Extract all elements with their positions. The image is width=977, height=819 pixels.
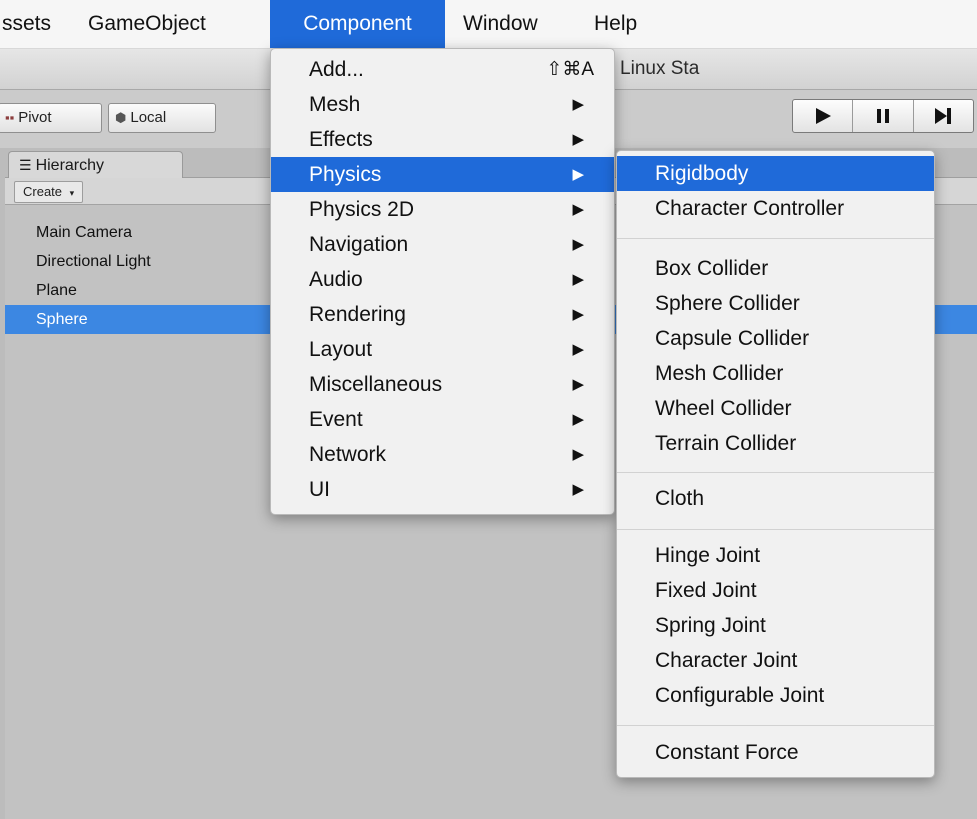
- menu-window[interactable]: Window: [463, 0, 538, 48]
- menu-item-label: Effects: [309, 128, 373, 151]
- menu-item-label: Mesh: [309, 93, 361, 116]
- pause-icon[interactable]: [853, 100, 914, 132]
- menu-item-physics-2d[interactable]: Physics 2D ▶: [271, 192, 614, 227]
- menu-item-label: UI: [309, 478, 330, 501]
- chevron-right-icon: ▶: [572, 446, 584, 463]
- menu-item-label: Mesh Collider: [655, 362, 784, 385]
- chevron-right-icon: ▶: [572, 411, 584, 428]
- menu-item-add[interactable]: Add... ⇧⌘A: [271, 52, 614, 87]
- chevron-right-icon: ▶: [572, 201, 584, 218]
- playback-controls: [792, 99, 974, 133]
- menu-item-label: Fixed Joint: [655, 579, 757, 602]
- create-label: Create: [23, 184, 63, 199]
- menu-item-label: Add...: [309, 58, 364, 81]
- menu-item-label: Network: [309, 443, 387, 466]
- chevron-right-icon: ▶: [572, 236, 584, 253]
- menu-item-sphere-collider[interactable]: Sphere Collider: [617, 286, 934, 321]
- menu-item-label: Configurable Joint: [655, 684, 825, 707]
- step-icon[interactable]: [914, 100, 973, 132]
- menu-item-label: Terrain Collider: [655, 432, 797, 455]
- menu-item-label: Cloth: [655, 487, 705, 510]
- menu-component[interactable]: Component: [270, 0, 445, 48]
- menu-item-label: Layout: [309, 338, 373, 361]
- chevron-right-icon: ▶: [572, 166, 584, 183]
- menu-gameobject[interactable]: GameObject: [88, 0, 220, 48]
- menu-item-spring-joint[interactable]: Spring Joint: [617, 608, 934, 643]
- menu-item-label: Hinge Joint: [655, 544, 761, 567]
- window-left-edge: [0, 148, 5, 819]
- menu-separator: [617, 238, 934, 239]
- chevron-right-icon: ▶: [572, 376, 584, 393]
- menu-item-label: Spring Joint: [655, 614, 766, 637]
- chevron-right-icon: ▶: [572, 96, 584, 113]
- menu-item-rendering[interactable]: Rendering ▶: [271, 297, 614, 332]
- menu-item-capsule-collider[interactable]: Capsule Collider: [617, 321, 934, 356]
- menu-item-network[interactable]: Network ▶: [271, 437, 614, 472]
- menu-item-label: Character Joint: [655, 649, 798, 672]
- menu-item-mesh[interactable]: Mesh ▶: [271, 87, 614, 122]
- menu-item-wheel-collider[interactable]: Wheel Collider: [617, 391, 934, 426]
- menu-item-miscellaneous[interactable]: Miscellaneous ▶: [271, 367, 614, 402]
- menu-item-constant-force[interactable]: Constant Force: [617, 735, 934, 770]
- menu-item-terrain-collider[interactable]: Terrain Collider: [617, 426, 934, 461]
- create-dropdown[interactable]: Create ▾: [14, 181, 84, 203]
- shortcut-label: ⇧⌘A: [546, 59, 594, 80]
- local-icon: ⬢: [115, 110, 127, 125]
- menu-item-label: Event: [309, 408, 363, 431]
- menu-item-box-collider[interactable]: Box Collider: [617, 251, 934, 286]
- menu-item-fixed-joint[interactable]: Fixed Joint: [617, 573, 934, 608]
- menu-item-label: Miscellaneous: [309, 373, 443, 396]
- menu-bar: ssets GameObject Component Window Help: [0, 0, 977, 49]
- menu-item-label: Physics 2D: [309, 198, 415, 221]
- menu-item-label: Navigation: [309, 233, 409, 256]
- menu-item-physics[interactable]: Physics ▶: [271, 157, 614, 192]
- pivot-button[interactable]: ▪▪ Pivot: [0, 103, 102, 133]
- chevron-right-icon: ▶: [572, 271, 584, 288]
- menu-item-event[interactable]: Event ▶: [271, 402, 614, 437]
- hierarchy-tab-label: Hierarchy: [35, 157, 105, 174]
- list-icon: ☰: [19, 157, 32, 173]
- local-button[interactable]: ⬢ Local: [108, 103, 216, 133]
- menu-item-audio[interactable]: Audio ▶: [271, 262, 614, 297]
- chevron-right-icon: ▶: [572, 131, 584, 148]
- play-icon[interactable]: [793, 100, 854, 132]
- menu-item-label: Audio: [309, 268, 363, 291]
- pivot-label: Pivot: [18, 109, 52, 126]
- menu-item-character-controller[interactable]: Character Controller: [617, 191, 934, 226]
- menu-item-label: Rigidbody: [655, 162, 749, 185]
- menu-item-character-joint[interactable]: Character Joint: [617, 643, 934, 678]
- menu-item-cloth[interactable]: Cloth: [617, 481, 934, 516]
- menu-item-navigation[interactable]: Navigation ▶: [271, 227, 614, 262]
- menu-separator: [617, 529, 934, 530]
- component-menu: Add... ⇧⌘A Mesh ▶ Effects ▶ Physics ▶ Physi…: [270, 48, 615, 515]
- menu-item-label: Sphere Collider: [655, 292, 800, 315]
- menu-item-label: Rendering: [309, 303, 406, 326]
- menu-item-ui[interactable]: UI ▶: [271, 472, 614, 507]
- menu-item-effects[interactable]: Effects ▶: [271, 122, 614, 157]
- chevron-right-icon: ▶: [572, 481, 584, 498]
- chevron-right-icon: ▶: [572, 341, 584, 358]
- menu-item-label: Capsule Collider: [655, 327, 810, 350]
- menu-item-hinge-joint[interactable]: Hinge Joint: [617, 538, 934, 573]
- menu-item-rigidbody[interactable]: Rigidbody: [617, 156, 934, 191]
- menu-item-mesh-collider[interactable]: Mesh Collider: [617, 356, 934, 391]
- menu-item-layout[interactable]: Layout ▶: [271, 332, 614, 367]
- menu-separator: [617, 472, 934, 473]
- pivot-icon: ▪▪: [5, 110, 15, 125]
- menu-item-label: Wheel Collider: [655, 397, 792, 420]
- menu-help[interactable]: Help: [594, 0, 637, 48]
- chevron-down-icon: ▾: [69, 188, 75, 198]
- menu-item-label: Character Controller: [655, 197, 845, 220]
- chevron-right-icon: ▶: [572, 306, 584, 323]
- menu-separator: [617, 725, 934, 726]
- menu-assets[interactable]: ssets: [0, 0, 59, 48]
- physics-submenu: Rigidbody Character Controller Box Colli…: [616, 150, 935, 778]
- tab-hierarchy[interactable]: ☰ Hierarchy: [8, 151, 183, 178]
- menu-item-label: Box Collider: [655, 257, 769, 280]
- menu-item-label: Constant Force: [655, 741, 799, 764]
- local-label: Local: [130, 109, 167, 126]
- menu-item-label: Physics: [309, 163, 382, 186]
- menu-item-configurable-joint[interactable]: Configurable Joint: [617, 678, 934, 713]
